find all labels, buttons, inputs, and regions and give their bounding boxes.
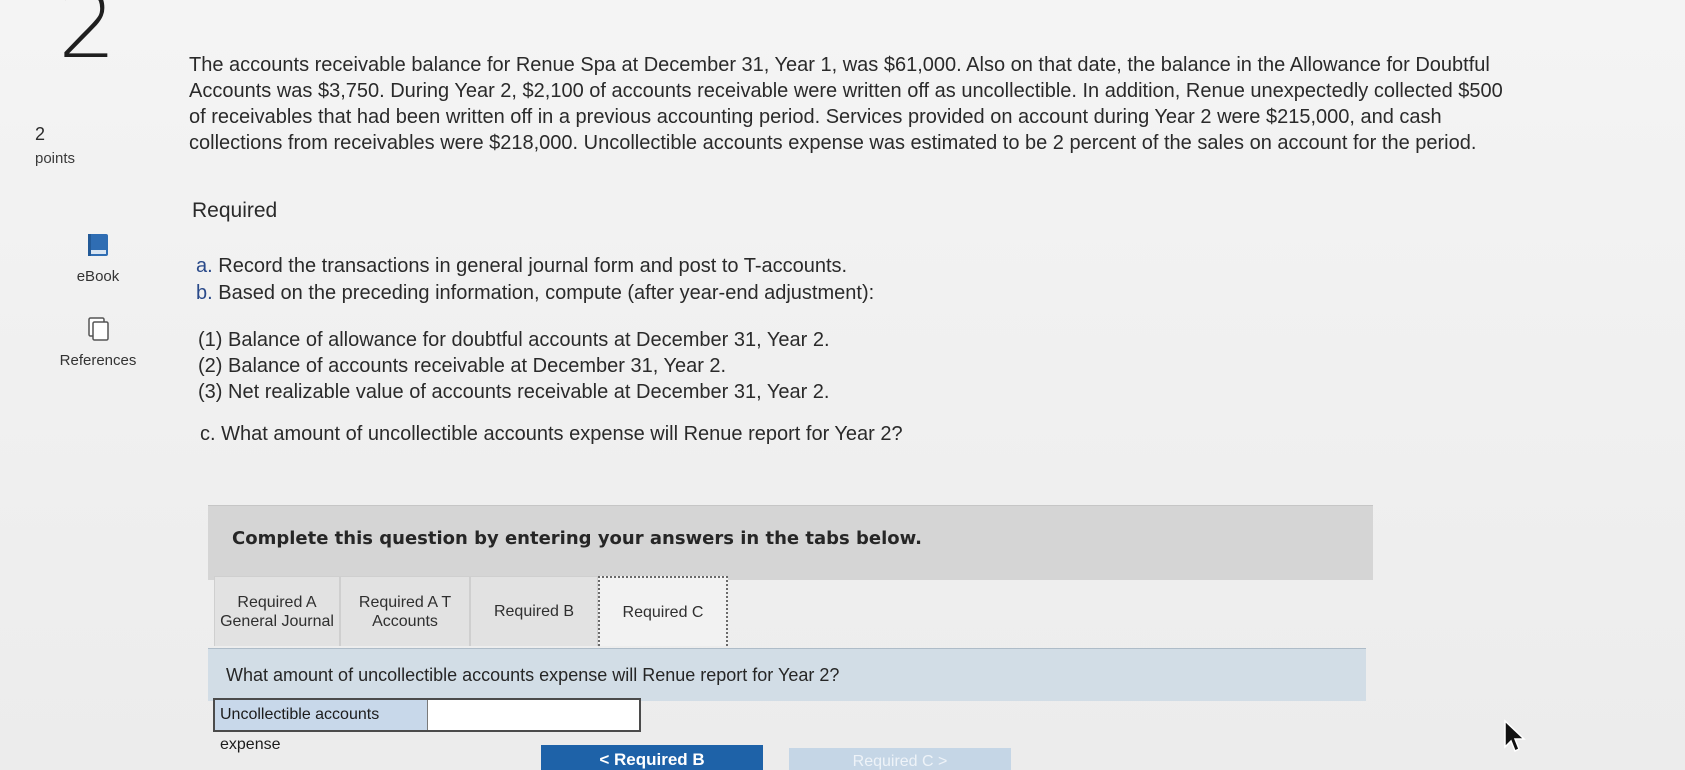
answer-label: Uncollectible accounts expense — [215, 700, 428, 753]
sub-requirement-3: (3) Net realizable value of accounts rec… — [198, 379, 830, 405]
requirement-text: Record the transactions in general journ… — [218, 255, 848, 277]
next-required-c-button[interactable]: Required C > — [789, 748, 1011, 770]
tab-required-a-general-journal[interactable]: Required A General Journal — [214, 576, 340, 646]
tab-label: Required C — [622, 603, 704, 621]
tab-question-panel: What amount of uncollectible accounts ex… — [208, 648, 1366, 701]
tab-bar: Required A General Journal Required A T … — [214, 576, 728, 646]
requirements-list: a. Record the transactions in general jo… — [196, 253, 874, 307]
points-value: 2 — [35, 124, 46, 144]
prev-required-b-button[interactable]: < Required B — [541, 745, 763, 770]
mouse-pointer-icon — [1503, 719, 1529, 758]
references-button[interactable]: References — [38, 316, 158, 369]
tab-label: Required A T Accounts — [358, 593, 452, 630]
book-icon — [38, 232, 158, 262]
required-heading: Required — [192, 199, 278, 222]
requirement-a: a. Record the transactions in general jo… — [196, 253, 874, 280]
references-label: References — [59, 352, 137, 369]
requirement-c: c. What amount of uncollectible accounts… — [200, 423, 903, 446]
instructions-text: Complete this question by entering your … — [232, 528, 922, 549]
sub-requirement-tag: (2) — [198, 355, 223, 377]
left-rail: 2 points eBook References — [0, 0, 175, 770]
requirement-b: b. Based on the preceding information, c… — [196, 280, 874, 307]
points-label: points — [35, 150, 76, 167]
answer-row: Uncollectible accounts expense — [213, 698, 641, 753]
ebook-label: eBook — [76, 268, 120, 285]
sub-requirement-1: (1) Balance of allowance for doubtful ac… — [198, 327, 830, 353]
sub-requirement-2: (2) Balance of accounts receivable at De… — [198, 353, 830, 379]
requirement-tag: c. — [200, 423, 216, 445]
sub-requirements-list: (1) Balance of allowance for doubtful ac… — [198, 327, 830, 405]
page: 2 2 points eBook References The accounts… — [0, 0, 1685, 770]
sub-requirement-text: Net realizable value of accounts receiva… — [228, 381, 830, 403]
instructions-panel: Complete this question by entering your … — [208, 505, 1373, 580]
sub-requirement-tag: (3) — [198, 381, 223, 403]
tab-question-text: What amount of uncollectible accounts ex… — [226, 665, 840, 685]
sub-requirement-text: Balance of accounts receivable at Decemb… — [228, 355, 727, 377]
tab-required-a-t-accounts[interactable]: Required A T Accounts — [340, 576, 470, 646]
ebook-button[interactable]: eBook — [38, 232, 158, 285]
tab-label: Required B — [493, 603, 575, 620]
tab-required-b[interactable]: Required B — [470, 576, 598, 646]
uncollectible-expense-input[interactable] — [428, 700, 639, 730]
sub-requirement-text: Balance of allowance for doubtful accoun… — [228, 329, 830, 351]
requirement-tag: b. — [196, 282, 213, 304]
requirement-tag: a. — [196, 255, 213, 277]
sub-requirement-tag: (1) — [198, 329, 223, 351]
tab-label: Required A General Journal — [220, 593, 334, 630]
tab-required-c[interactable]: Required C — [598, 576, 728, 646]
question-text: The accounts receivable balance for Renu… — [189, 54, 1503, 154]
requirement-text: What amount of uncollectible accounts ex… — [221, 423, 903, 445]
documents-icon — [38, 316, 158, 346]
requirement-text: Based on the preceding information, comp… — [218, 282, 875, 304]
